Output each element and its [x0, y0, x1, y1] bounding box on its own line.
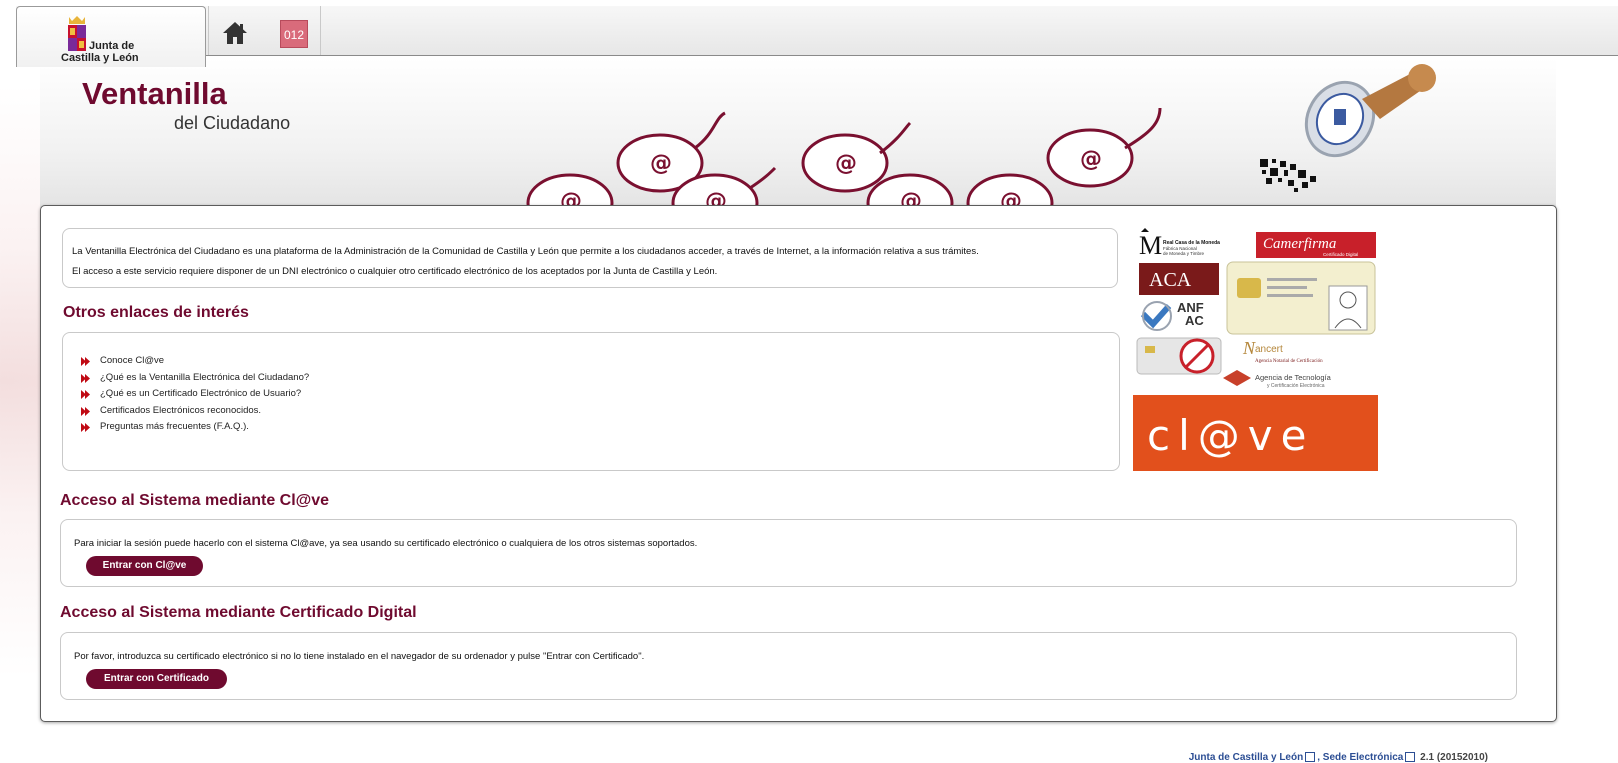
svg-text:y Certificación Electrónica: y Certificación Electrónica: [1267, 383, 1325, 389]
svg-text:@: @: [1080, 147, 1102, 172]
svg-text:Agencia Notarial de Certificac: Agencia Notarial de Certificación: [1255, 359, 1323, 364]
junta-logo-tab[interactable]: Junta de Castilla y León: [16, 6, 206, 67]
link-item[interactable]: Conoce Cl@ve: [81, 353, 309, 370]
clave-logo: cl@ve: [1133, 395, 1378, 471]
link-item[interactable]: Certificados Electrónicos reconocidos.: [81, 403, 309, 420]
svg-text:@: @: [650, 151, 672, 176]
external-link-icon: [1405, 752, 1416, 763]
junta-logo-text: Junta de Castilla y León: [61, 40, 139, 64]
clave-instructions: Para iniciar la sesión puede hacerlo con…: [74, 538, 698, 549]
anf-ac-logo: ANF AC: [1140, 300, 1204, 331]
svg-text:Certificado Digital: Certificado Digital: [1323, 252, 1358, 257]
svg-text:@: @: [835, 151, 857, 176]
link-item[interactable]: ¿Qué es la Ventanilla Electrónica del Ci…: [81, 370, 310, 387]
ancert-logo: N ancert Agencia Notarial de Certificaci…: [1242, 338, 1323, 364]
intro-box: La Ventanilla Electrónica del Ciudadano …: [62, 228, 1118, 288]
svg-text:M: M: [1139, 231, 1162, 260]
aca-logo: ACA: [1139, 263, 1219, 295]
dnie-card-logo: [1226, 261, 1376, 335]
links-box: Conoce Cl@ve ¿Qué es la Ventanilla Elect…: [62, 332, 1120, 471]
link-label: ¿Qué es la Ventanilla Electrónica del Ci…: [100, 371, 310, 383]
links-list: Conoce Cl@ve ¿Qué es la Ventanilla Elect…: [81, 353, 310, 436]
agencia-tecnologia-logo: Agencia de Tecnología y Certificación El…: [1223, 370, 1332, 389]
logo-line1: Junta de: [89, 40, 135, 52]
logo-line2: Castilla y León: [61, 52, 139, 64]
cert-access-box: Por favor, introduzca su certificado ele…: [60, 632, 1517, 700]
arrow-bullet-icon: [81, 390, 90, 399]
fnmt-logo: M Real Casa de la Moneda Fábrica Naciona…: [1139, 228, 1220, 260]
svg-text:ancert: ancert: [1255, 344, 1283, 355]
camerfirma-logo: Camerfirma Certificado Digital: [1256, 232, 1376, 258]
banner-subtitle: del Ciudadano: [174, 113, 291, 133]
link-label: Certificados Electrónicos reconocidos.: [100, 404, 262, 416]
link-label: Conoce Cl@ve: [100, 355, 165, 366]
svg-text:cl@ve: cl@ve: [1147, 411, 1314, 460]
arrow-bullet-icon: [81, 406, 90, 416]
intro-text-line2: El acceso a este servicio requiere dispo…: [72, 266, 718, 277]
nav-separator: [208, 6, 209, 55]
link-item[interactable]: ¿Qué es un Certificado Electrónico de Us…: [81, 386, 309, 403]
intro-text-line1: La Ventanilla Electrónica del Ciudadano …: [72, 246, 979, 257]
link-label: ¿Qué es un Certificado Electrónico de Us…: [100, 388, 302, 399]
links-heading: Otros enlaces de interés: [63, 304, 249, 321]
footer: Junta de Castilla y León, Sede Electróni…: [1188, 752, 1488, 763]
telefono-012-button[interactable]: 012: [280, 20, 308, 48]
arrow-bullet-icon: [81, 373, 90, 383]
arrow-bullet-icon: [81, 357, 90, 366]
footer-sede-link[interactable]: Sede Electrónica: [1323, 752, 1404, 763]
banner-title: Ventanilla: [82, 76, 227, 111]
banner-mouse-illustration: @ @ @ @ @ @ @: [526, 108, 1162, 208]
cert-instructions: Por favor, introduzca su certificado ele…: [74, 651, 645, 662]
signature-card-logo: [1136, 337, 1222, 375]
svg-text:de Moneda y Timbre: de Moneda y Timbre: [1163, 251, 1205, 256]
svg-text:ACA: ACA: [1149, 269, 1192, 291]
home-icon[interactable]: [220, 20, 250, 46]
link-label: Preguntas más frecuentes (F.A.Q.).: [100, 421, 249, 432]
nav-separator: [320, 6, 321, 55]
footer-version: 2.1 (20152010): [1420, 752, 1488, 763]
svg-text:Agencia de Tecnología: Agencia de Tecnología: [1255, 373, 1332, 382]
external-link-icon: [1305, 752, 1316, 763]
top-navigation-bar: [16, 6, 1618, 56]
svg-text:Camerfirma: Camerfirma: [1263, 236, 1336, 252]
clave-access-box: Para iniciar la sesión puede hacerlo con…: [60, 519, 1517, 587]
svg-text:N: N: [1242, 338, 1256, 358]
link-item[interactable]: Preguntas más frecuentes (F.A.Q.).: [81, 419, 309, 436]
arrow-bullet-icon: [81, 423, 90, 432]
stamp-and-qr-illustration: [1260, 64, 1436, 192]
cert-section-heading: Acceso al Sistema mediante Certificado D…: [60, 604, 417, 621]
clave-section-heading: Acceso al Sistema mediante Cl@ve: [60, 492, 330, 509]
entrar-con-certificado-button[interactable]: Entrar con Certificado: [86, 669, 227, 689]
entrar-con-clave-button[interactable]: Entrar con Cl@ve: [86, 556, 203, 576]
certificate-providers-logos: M Real Casa de la Moneda Fábrica Naciona…: [1133, 228, 1378, 471]
svg-text:AC: AC: [1185, 313, 1204, 328]
footer-junta-link[interactable]: Junta de Castilla y León: [1189, 752, 1303, 763]
